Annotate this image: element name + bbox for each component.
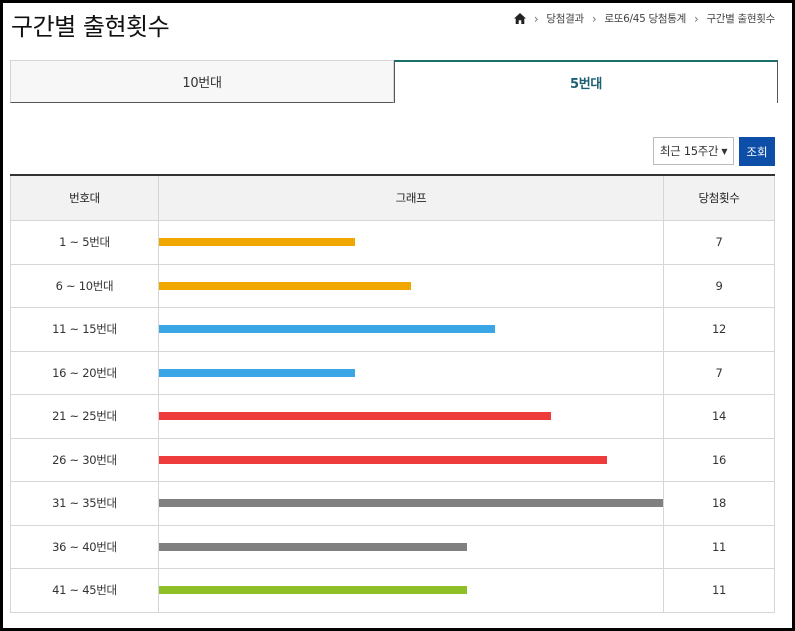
graph-cell: [158, 524, 664, 569]
count-value: 7: [663, 220, 775, 265]
frequency-bar: [159, 412, 551, 421]
page-title: 구간별 출현횟수: [11, 13, 170, 41]
frequency-bar: [159, 325, 495, 334]
chevron-right-icon: ›: [533, 11, 539, 26]
frequency-bar: [159, 238, 355, 247]
range-label: 11 ~ 15번대: [10, 307, 159, 352]
range-label: 1 ~ 5번대: [10, 220, 159, 265]
count-value: 14: [663, 394, 775, 439]
count-value: 16: [663, 437, 775, 482]
period-select[interactable]: 최근 15주간 ▼: [653, 137, 734, 165]
frequency-bar: [159, 542, 467, 551]
count-value: 12: [663, 307, 775, 352]
range-frequency-table: 번호대 그래프 당첨횟수 1 ~ 5번대 7 6 ~ 10번대 9 11 ~ 15번대 1…: [10, 174, 775, 613]
table-row: 1 ~ 5번대 7: [10, 220, 775, 265]
count-value: 11: [663, 524, 775, 569]
search-button[interactable]: 조회: [739, 137, 775, 166]
graph-cell: [158, 220, 664, 265]
frequency-bar: [159, 368, 355, 377]
graph-cell: [158, 394, 664, 439]
count-value: 7: [663, 350, 775, 395]
range-label: 21 ~ 25번대: [10, 394, 159, 439]
table-row: 36 ~ 40번대 11: [10, 524, 775, 569]
table-row: 11 ~ 15번대 12: [10, 307, 775, 352]
count-value: 18: [663, 481, 775, 526]
breadcrumb-item-current: 구간별 출현횟수: [706, 13, 775, 25]
range-label: 6 ~ 10번대: [10, 263, 159, 308]
graph-cell: [158, 350, 664, 395]
graph-cell: [158, 437, 664, 482]
header-range: 번호대: [10, 174, 159, 221]
table-row: 31 ~ 35번대 18: [10, 481, 775, 526]
breadcrumb-item-results[interactable]: 당첨결과: [546, 11, 584, 26]
home-icon[interactable]: [513, 13, 526, 24]
graph-cell: [158, 481, 664, 526]
table-row: 26 ~ 30번대 16: [10, 437, 775, 482]
frequency-bar: [159, 586, 467, 595]
graph-cell: [158, 263, 664, 308]
graph-cell: [158, 307, 664, 352]
range-label: 31 ~ 35번대: [10, 481, 159, 526]
frequency-bar: [159, 499, 663, 508]
frequency-bar: [159, 281, 411, 290]
range-tabs: 10번대 5번대: [10, 60, 778, 103]
tab-5-range[interactable]: 5번대: [394, 60, 778, 103]
table-row: 16 ~ 20번대 7: [10, 350, 775, 395]
table-row: 41 ~ 45번대 11: [10, 568, 775, 613]
range-label: 16 ~ 20번대: [10, 350, 159, 395]
period-select-label: 최근 15주간: [659, 144, 719, 158]
header-graph: 그래프: [158, 174, 664, 221]
header-count: 당첨횟수: [663, 174, 775, 221]
frequency-bar: [159, 455, 607, 464]
range-label: 41 ~ 45번대: [10, 568, 159, 613]
count-value: 9: [663, 263, 775, 308]
table-header-row: 번호대 그래프 당첨횟수: [10, 174, 775, 221]
count-value: 11: [663, 568, 775, 613]
table-row: 21 ~ 25번대 14: [10, 394, 775, 439]
breadcrumb: › 당첨결과 › 로또6/45 당첨통계 › 구간별 출현횟수: [513, 11, 775, 26]
chevron-right-icon: ›: [693, 11, 699, 26]
range-label: 36 ~ 40번대: [10, 524, 159, 569]
chevron-right-icon: ›: [591, 11, 597, 26]
tab-10-range[interactable]: 10번대: [10, 60, 394, 103]
breadcrumb-item-statistics[interactable]: 로또6/45 당첨통계: [604, 11, 686, 26]
range-label: 26 ~ 30번대: [10, 437, 159, 482]
graph-cell: [158, 568, 664, 613]
table-row: 6 ~ 10번대 9: [10, 263, 775, 308]
caret-down-icon: ▼: [721, 146, 728, 156]
table-body: 1 ~ 5번대 7 6 ~ 10번대 9 11 ~ 15번대 12 16 ~ 20번대 7 21…: [10, 220, 775, 613]
